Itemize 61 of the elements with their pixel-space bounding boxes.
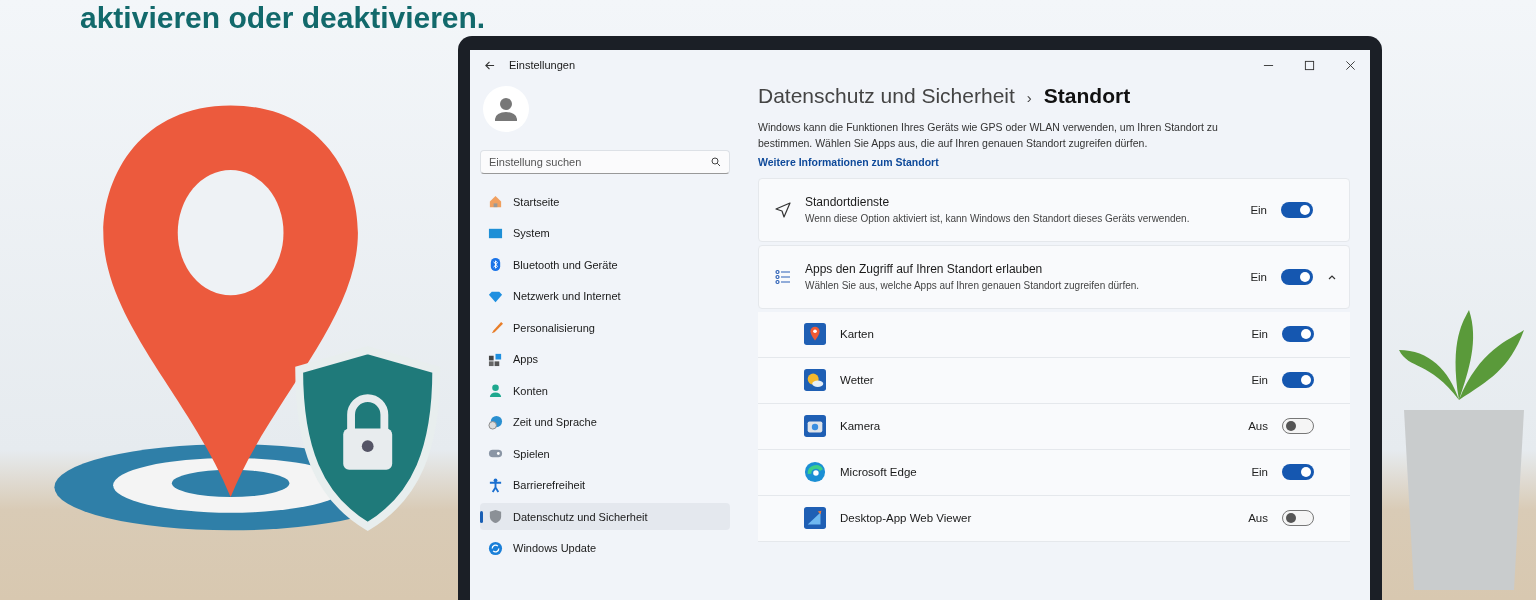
app-name: Kamera	[840, 420, 882, 432]
toggle-switch[interactable]	[1281, 268, 1313, 285]
refresh-icon	[488, 540, 503, 556]
map-pin-icon	[804, 323, 826, 345]
sidebar-item[interactable]: Windows Update	[480, 534, 730, 562]
sidebar-item[interactable]: Apps	[480, 345, 730, 373]
sidebar-item[interactable]: Datenschutz und Sicherheit	[480, 503, 730, 530]
setting-title: Apps den Zugriff auf Ihren Standort erlauben	[805, 262, 1044, 276]
toggle-state-label: Ein	[1251, 466, 1268, 478]
list-icon	[775, 268, 791, 285]
camera-icon	[804, 415, 826, 437]
app-name: Microsoft Edge	[840, 466, 918, 478]
sidebar-item[interactable]: Startseite	[480, 188, 730, 215]
bluetooth-icon	[488, 257, 503, 272]
sidebar-item[interactable]: Personalisierung	[480, 314, 730, 341]
app-name: Karten	[840, 328, 875, 340]
sidebar-item[interactable]: System	[480, 219, 730, 247]
page-title: Standort	[1043, 84, 1131, 108]
search-icon	[711, 157, 721, 167]
toggle-switch[interactable]	[1281, 201, 1313, 218]
toggle-switch[interactable]	[1282, 510, 1314, 526]
sun-cloud-icon	[804, 369, 826, 391]
window-title: Einstellungen	[509, 59, 576, 71]
accessibility-icon	[488, 477, 503, 493]
toggle-state-label: Aus	[1248, 512, 1268, 524]
description-text: Windows kann die Funktionen Ihres Geräts wie GPS oder WLAN verwenden, um Ihren Standort zu bestimmen. Wählen Sie Apps aus, die auf Ihren genauen Standort zugreifen dürfen.	[758, 120, 1219, 151]
sidebar-item[interactable]: Netzwerk und Internet	[480, 282, 730, 310]
close-icon[interactable]	[1345, 59, 1356, 71]
toggle-state-label: Ein	[1250, 203, 1267, 216]
sidebar-item[interactable]: Zeit und Sprache	[480, 408, 730, 436]
shield-icon	[488, 509, 503, 524]
setting-title: Standortdienste	[805, 195, 891, 209]
more-info-link[interactable]: Weitere Informationen zum Standort	[758, 155, 1350, 168]
setting-description: Wählen Sie aus, welche Apps auf Ihren genauen Standort zugreifen dürfen.	[805, 280, 1141, 291]
sidebar-item[interactable]: Bluetooth und Geräte	[480, 251, 730, 278]
toggle-switch[interactable]	[1282, 418, 1314, 434]
sidebar-item[interactable]: Barrierefreiheit	[480, 471, 730, 499]
avatar-icon[interactable]	[483, 86, 529, 132]
sidebar-item[interactable]: Konten	[480, 377, 730, 404]
maximize-icon[interactable]	[1304, 59, 1315, 71]
toggle-state-label: Ein	[1251, 374, 1268, 386]
breadcrumb-parent[interactable]: Datenschutz und Sicherheit	[758, 84, 1015, 108]
sidebar-item[interactable]: Spielen	[480, 440, 730, 467]
breadcrumb-separator: ›	[1026, 89, 1032, 106]
toggle-state-label: Ein	[1250, 270, 1267, 283]
person-icon	[488, 383, 503, 398]
app-name: Desktop-App Web Viewer	[840, 512, 973, 524]
toggle-switch[interactable]	[1282, 326, 1314, 342]
toggle-switch[interactable]	[1282, 464, 1314, 480]
navigation-arrow-icon	[775, 201, 791, 218]
toggle-switch[interactable]	[1282, 372, 1314, 388]
setting-description: Wenn diese Option aktiviert ist, kann Windows den Standort dieses Geräts verwenden.	[805, 213, 1191, 224]
toggle-state-label: Aus	[1248, 420, 1268, 432]
apps-grid-icon	[488, 351, 503, 367]
house-icon	[488, 194, 503, 209]
app-name: Wetter	[840, 374, 875, 386]
headline: aktivieren oder deaktivieren.	[80, 0, 486, 36]
search-field[interactable]: Einstellung suchen	[480, 150, 730, 174]
back-icon[interactable]	[484, 59, 495, 71]
edge-swirl-icon	[804, 461, 826, 483]
toggle-state-label: Ein	[1251, 328, 1268, 340]
